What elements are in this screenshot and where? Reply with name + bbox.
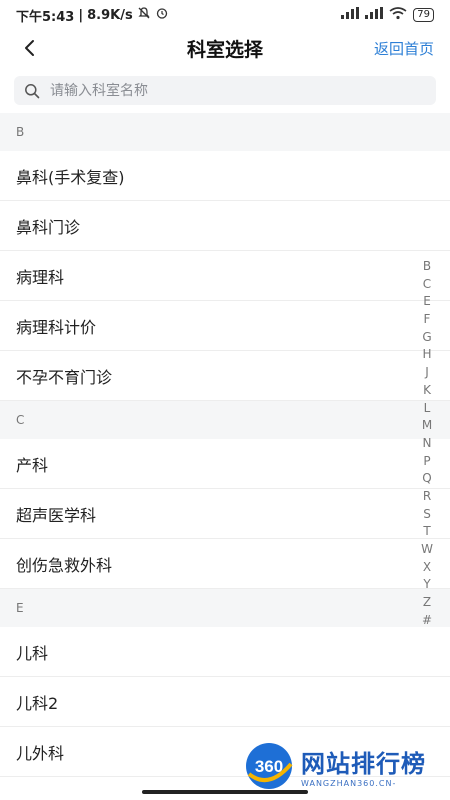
index-letter[interactable]: R	[423, 488, 431, 506]
index-letter[interactable]: J	[425, 364, 429, 382]
index-letter[interactable]: L	[424, 400, 431, 418]
index-letter[interactable]: B	[423, 258, 431, 276]
index-letter[interactable]: X	[423, 559, 431, 577]
nav-bar: 科室选择 返回首页	[0, 30, 450, 66]
index-letter[interactable]: S	[423, 506, 431, 524]
index-letter[interactable]: W	[421, 541, 433, 559]
list-item[interactable]: 儿科2	[0, 677, 450, 727]
watermark-logo-text: 360	[255, 757, 283, 776]
watermark-title: 网站排行榜	[301, 750, 426, 778]
return-home-link[interactable]: 返回首页	[374, 38, 434, 59]
list-item[interactable]: 产科	[0, 439, 450, 489]
status-bar: 下午5:43 | 8.9K/s 79	[0, 0, 450, 30]
search-icon	[25, 83, 40, 98]
list-item[interactable]: 超声医学科	[0, 489, 450, 539]
index-letter[interactable]: F	[424, 311, 431, 329]
index-letter[interactable]: #	[422, 612, 432, 630]
index-letter[interactable]: E	[423, 293, 431, 311]
department-list: B 鼻科(手术复查) 鼻科门诊 病理科 病理科计价 不孕不育门诊 C 产科 超声…	[0, 113, 450, 777]
back-button[interactable]	[16, 34, 44, 62]
list-item[interactable]: 鼻科(手术复查)	[0, 151, 450, 201]
group-header-b: B	[0, 113, 450, 151]
search-box[interactable]	[14, 76, 436, 105]
index-letter[interactable]: M	[422, 417, 432, 435]
signal-icon	[341, 7, 360, 23]
alarm-icon	[155, 6, 169, 24]
index-letter[interactable]: K	[423, 382, 431, 400]
chevron-left-icon	[25, 40, 34, 56]
index-letter[interactable]: T	[423, 523, 430, 541]
index-letter[interactable]: G	[422, 329, 431, 347]
index-letter[interactable]: Y	[423, 576, 430, 594]
home-indicator[interactable]	[142, 790, 308, 794]
index-letter[interactable]: C	[423, 276, 431, 294]
list-item[interactable]: 不孕不育门诊	[0, 351, 450, 401]
list-item[interactable]: 儿科	[0, 627, 450, 677]
watermark-text-block: 网站排行榜 WANGZHAN360.CN-	[301, 744, 426, 788]
status-speed: 8.9K/s	[87, 7, 133, 23]
alphabet-index-bar[interactable]: B C E F G H J K L M N P Q R S T W X Y Z …	[418, 258, 436, 629]
list-item[interactable]: 病理科	[0, 251, 450, 301]
status-time: 下午5:43	[16, 9, 75, 25]
search-input[interactable]	[48, 81, 412, 100]
wifi-icon	[389, 6, 407, 24]
index-letter[interactable]: Z	[423, 594, 431, 612]
watermark-subtitle: WANGZHAN360.CN-	[301, 779, 397, 788]
360-logo-icon: 360	[246, 743, 293, 789]
list-item[interactable]: 病理科计价	[0, 301, 450, 351]
list-item[interactable]: 创伤急救外科	[0, 539, 450, 589]
index-letter[interactable]: H	[422, 346, 431, 364]
mute-icon	[137, 6, 151, 24]
list-item[interactable]: 鼻科门诊	[0, 201, 450, 251]
status-right: 79	[341, 6, 434, 24]
status-left: 下午5:43 | 8.9K/s	[16, 6, 169, 25]
index-letter[interactable]: Q	[422, 470, 431, 488]
index-letter[interactable]: N	[423, 435, 432, 453]
index-letter[interactable]: P	[423, 453, 430, 471]
group-header-c: C	[0, 401, 450, 439]
group-header-e: E	[0, 589, 450, 627]
watermark-logo: 360 网站排行榜 WANGZHAN360.CN-	[243, 740, 426, 792]
battery-icon: 79	[413, 8, 434, 22]
signal-icon-2	[365, 7, 384, 23]
status-separator: |	[78, 7, 84, 23]
